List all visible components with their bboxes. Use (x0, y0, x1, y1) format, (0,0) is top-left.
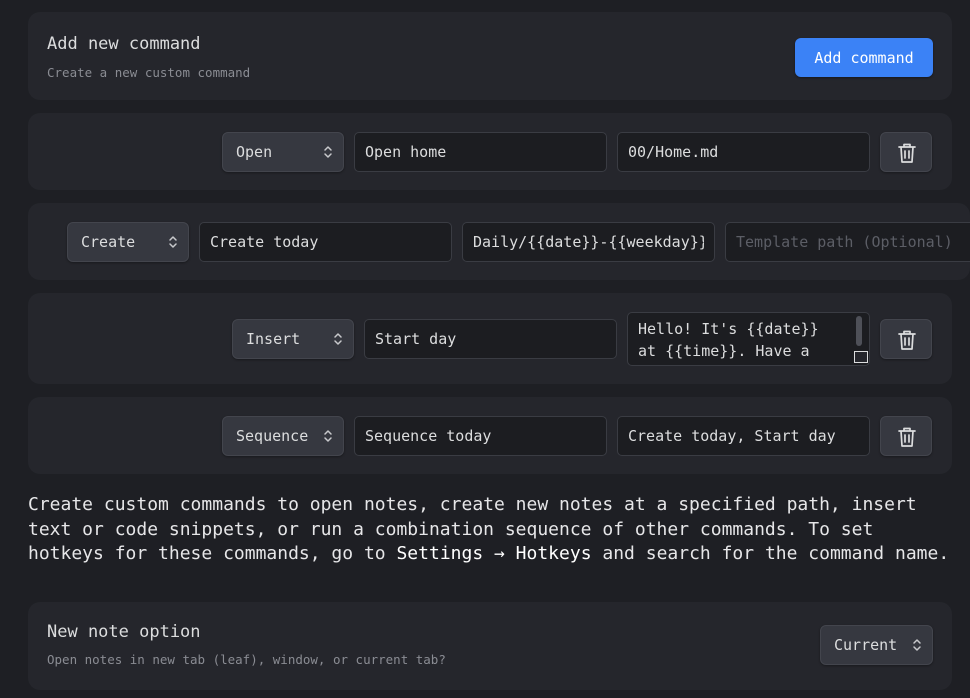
help-text: Create custom commands to open notes, cr… (28, 493, 958, 567)
command-type-select[interactable]: Open (222, 132, 344, 172)
command-row-create: Create (28, 203, 970, 280)
chevron-up-down-icon (913, 639, 921, 651)
command-row-sequence: Sequence (28, 397, 952, 474)
textarea-resize-handle[interactable] (854, 351, 868, 363)
chevron-up-down-icon (324, 146, 332, 158)
insert-text-textarea[interactable]: Hello! It's {{date}} at {{time}}. Have a… (627, 312, 870, 366)
command-type-value: Open (236, 143, 273, 161)
add-command-card: Add new command Create a new custom comm… (28, 12, 952, 100)
textarea-scrollbar[interactable] (856, 316, 862, 346)
command-type-select[interactable]: Insert (232, 319, 354, 359)
command-type-value: Create (81, 233, 136, 251)
command-type-select[interactable]: Sequence (222, 416, 344, 456)
new-note-option-card: New note option Open notes in new tab (l… (28, 602, 952, 690)
command-name-input[interactable] (364, 319, 617, 359)
chevron-up-down-icon (169, 236, 177, 248)
command-type-select[interactable]: Create (67, 222, 189, 262)
command-name-input[interactable] (199, 222, 452, 262)
command-row-open: Open (28, 113, 952, 190)
trash-icon (898, 427, 916, 447)
chevron-up-down-icon (324, 430, 332, 442)
template-path-input[interactable] (725, 222, 970, 262)
new-note-option-value: Current (834, 636, 898, 654)
add-command-button[interactable]: Add command (795, 38, 933, 77)
settings-hotkeys-path: Settings → Hotkeys (396, 543, 592, 564)
command-row-insert: Insert Hello! It's {{date}} at {{time}}.… (28, 293, 952, 384)
delete-command-button[interactable] (880, 319, 932, 359)
command-name-input[interactable] (354, 132, 607, 172)
trash-icon (898, 330, 916, 350)
delete-command-button[interactable] (880, 416, 932, 456)
help-text-outro: and search for the command name. (591, 543, 950, 564)
command-type-value: Insert (246, 330, 301, 348)
command-type-value: Sequence (236, 427, 309, 445)
new-note-option-select[interactable]: Current (820, 625, 933, 665)
add-command-title: Add new command (47, 34, 201, 54)
add-command-description: Create a new custom command (47, 65, 251, 80)
delete-command-button[interactable] (880, 132, 932, 172)
command-path-input[interactable] (462, 222, 715, 262)
sequence-input[interactable] (617, 416, 870, 456)
trash-icon (898, 143, 916, 163)
command-name-input[interactable] (354, 416, 607, 456)
new-note-option-description: Open notes in new tab (leaf), window, or… (47, 652, 446, 667)
new-note-option-title: New note option (47, 622, 201, 642)
chevron-up-down-icon (334, 333, 342, 345)
command-path-input[interactable] (617, 132, 870, 172)
